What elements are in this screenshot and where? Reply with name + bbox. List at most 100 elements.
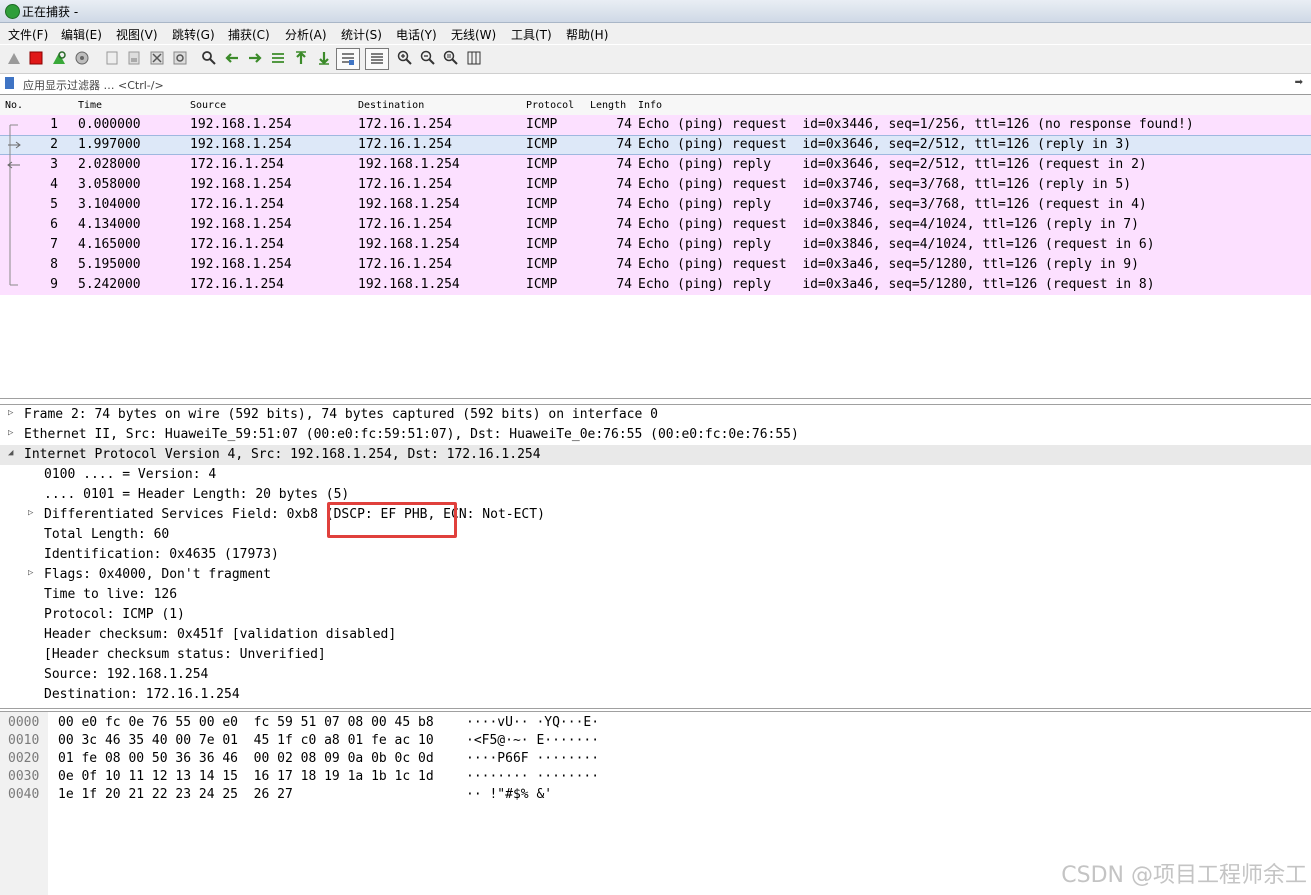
last-packet-icon[interactable]: [316, 50, 332, 66]
bytes-offset: 0020: [8, 751, 40, 766]
menu-view[interactable]: 视图(V): [116, 26, 158, 43]
packet-info: Echo (ping) request id=0x3746, seq=3/768…: [638, 177, 1132, 192]
packet-row[interactable]: 8 5.195000 192.168.1.254 172.16.1.254 ICMP 74…: [0, 255, 1311, 275]
apply-filter-arrow-icon[interactable]: ➡: [1295, 77, 1303, 88]
title-bar: 正在捕获 -: [0, 0, 1311, 23]
menu-edit[interactable]: 编辑(E): [61, 26, 102, 43]
detail-text: [Header checksum status: Unverified]: [44, 647, 326, 662]
go-forward-icon[interactable]: [247, 50, 263, 66]
menu-tools[interactable]: 工具(T): [511, 26, 552, 43]
packet-no: 3: [50, 157, 58, 172]
bytes-row[interactable]: 0000 00 e0 fc 0e 76 55 00 e0 fc 59 51 07 …: [0, 714, 1311, 732]
detail-total-length[interactable]: Total Length: 60: [0, 525, 1311, 545]
detail-checksum[interactable]: Header checksum: 0x451f [validation disa…: [0, 625, 1311, 645]
bytes-row[interactable]: 0030 0e 0f 10 11 12 13 14 15 16 17 18 19 …: [0, 768, 1311, 786]
detail-ipv4[interactable]: ◢ Internet Protocol Version 4, Src: 192.1…: [0, 445, 1311, 465]
expand-arrow-icon[interactable]: ▷: [28, 508, 38, 518]
column-no[interactable]: No.: [5, 100, 23, 111]
collapse-arrow-icon[interactable]: ◢: [8, 448, 18, 458]
detail-header-length[interactable]: .... 0101 = Header Length: 20 bytes (5): [0, 485, 1311, 505]
detail-flags[interactable]: ▷ Flags: 0x4000, Don't fragment: [0, 565, 1311, 585]
column-source[interactable]: Source: [190, 100, 226, 111]
stop-capture-icon[interactable]: [28, 50, 44, 66]
display-filter-bar[interactable]: 应用显示过滤器 … <Ctrl-/> ➡: [0, 73, 1311, 95]
menu-capture[interactable]: 捕获(C): [228, 26, 270, 43]
bytes-row[interactable]: 0010 00 3c 46 35 40 00 7e 01 45 1f c0 a8 …: [0, 732, 1311, 750]
packet-no: 4: [50, 177, 58, 192]
detail-frame[interactable]: ▷ Frame 2: 74 bytes on wire (592 bits), 7…: [0, 405, 1311, 425]
shark-fin-start-icon[interactable]: [6, 50, 22, 66]
packet-row[interactable]: 4 3.058000 192.168.1.254 172.16.1.254 ICMP 74…: [0, 175, 1311, 195]
bookmark-icon[interactable]: [5, 77, 14, 89]
detail-destination[interactable]: Destination: 172.16.1.254: [0, 685, 1311, 705]
zoom-in-icon[interactable]: [397, 50, 413, 66]
menu-go[interactable]: 跳转(G): [172, 26, 215, 43]
display-filter-input[interactable]: 应用显示过滤器 … <Ctrl-/>: [23, 77, 164, 93]
close-file-icon[interactable]: [149, 50, 165, 66]
packet-row[interactable]: 6 4.134000 192.168.1.254 172.16.1.254 ICMP 74…: [0, 215, 1311, 235]
save-file-icon[interactable]: [126, 50, 142, 66]
bytes-offset: 0010: [8, 733, 40, 748]
bytes-hex: 1e 1f 20 21 22 23 24 25 26 27: [58, 787, 293, 802]
bytes-row[interactable]: 0040 1e 1f 20 21 22 23 24 25 26 27 ·· !"#$…: [0, 786, 1311, 804]
bytes-ascii: ····P66F ········: [466, 751, 600, 766]
menu-statistics[interactable]: 统计(S): [341, 26, 382, 43]
detail-ttl[interactable]: Time to live: 126: [0, 585, 1311, 605]
detail-text: Time to live: 126: [44, 587, 178, 602]
packet-row[interactable]: 7 4.165000 172.16.1.254 192.168.1.254 ICMP 74…: [0, 235, 1311, 255]
expand-arrow-icon[interactable]: ▷: [8, 408, 18, 418]
packet-row[interactable]: 1 0.000000 192.168.1.254 172.16.1.254 ICMP 74…: [0, 115, 1311, 135]
restart-capture-icon[interactable]: [51, 50, 67, 66]
packet-no: 7: [50, 237, 58, 252]
detail-text: Total Length: 60: [44, 527, 170, 542]
detail-source[interactable]: Source: 192.168.1.254: [0, 665, 1311, 685]
detail-protocol[interactable]: Protocol: ICMP (1): [0, 605, 1311, 625]
bytes-row[interactable]: 0020 01 fe 08 00 50 36 36 46 00 02 08 09 …: [0, 750, 1311, 768]
column-length[interactable]: Length: [590, 100, 626, 111]
bytes-hex: 00 3c 46 35 40 00 7e 01 45 1f c0 a8 01 f…: [58, 733, 434, 748]
packet-length: 74: [616, 197, 632, 212]
menu-wireless[interactable]: 无线(W): [451, 26, 496, 43]
detail-identification[interactable]: Identification: 0x4635 (17973): [0, 545, 1311, 565]
packet-row-selected[interactable]: 2 1.997000 192.168.1.254 172.16.1.254 ICMP 74…: [0, 135, 1311, 155]
menu-analyze[interactable]: 分析(A): [285, 26, 327, 43]
column-destination[interactable]: Destination: [358, 100, 424, 111]
column-info[interactable]: Info: [638, 100, 662, 111]
packet-row[interactable]: 5 3.104000 172.16.1.254 192.168.1.254 ICMP 74…: [0, 195, 1311, 215]
column-protocol[interactable]: Protocol: [526, 100, 574, 111]
normal-size-icon[interactable]: [443, 50, 459, 66]
auto-scroll-icon[interactable]: [336, 48, 360, 70]
detail-text: Header checksum: 0x451f [validation disa…: [44, 627, 397, 642]
capture-options-icon[interactable]: [74, 50, 90, 66]
packet-info: Echo (ping) reply id=0x3846, seq=4/1024,…: [638, 237, 1155, 252]
packet-no: 6: [50, 217, 58, 232]
column-time[interactable]: Time: [78, 100, 102, 111]
menu-file[interactable]: 文件(F): [8, 26, 48, 43]
detail-checksum-status[interactable]: [Header checksum status: Unverified]: [0, 645, 1311, 665]
detail-ip-version[interactable]: 0100 .... = Version: 4: [0, 465, 1311, 485]
detail-text: Internet Protocol Version 4, Src: 192.16…: [24, 447, 541, 462]
reload-file-icon[interactable]: [172, 50, 188, 66]
colorize-icon[interactable]: [365, 48, 389, 70]
zoom-out-icon[interactable]: [420, 50, 436, 66]
go-back-icon[interactable]: [224, 50, 240, 66]
go-to-packet-icon[interactable]: [270, 50, 286, 66]
resize-columns-icon[interactable]: [466, 50, 482, 66]
packet-source: 192.168.1.254: [190, 177, 292, 192]
detail-text: Differentiated Services Field: 0xb8 (DSC…: [44, 507, 545, 522]
packet-row[interactable]: 9 5.242000 172.16.1.254 192.168.1.254 ICMP 74…: [0, 275, 1311, 295]
menu-help[interactable]: 帮助(H): [566, 26, 608, 43]
detail-dsfield[interactable]: ▷ Differentiated Services Field: 0xb8 (DS…: [0, 505, 1311, 525]
packet-source: 172.16.1.254: [190, 277, 284, 292]
detail-ethernet[interactable]: ▷ Ethernet II, Src: HuaweiTe_59:51:07 (00…: [0, 425, 1311, 445]
expand-arrow-icon[interactable]: ▷: [28, 568, 38, 578]
packet-row[interactable]: 3 2.028000 172.16.1.254 192.168.1.254 ICMP 74…: [0, 155, 1311, 175]
first-packet-icon[interactable]: [293, 50, 309, 66]
find-packet-icon[interactable]: [201, 50, 217, 66]
bytes-offset: 0000: [8, 715, 40, 730]
window-title: 正在捕获 -: [22, 5, 79, 19]
expand-arrow-icon[interactable]: ▷: [8, 428, 18, 438]
packet-length: 74: [616, 217, 632, 232]
open-file-icon[interactable]: [104, 50, 120, 66]
menu-telephony[interactable]: 电话(Y): [396, 26, 437, 43]
